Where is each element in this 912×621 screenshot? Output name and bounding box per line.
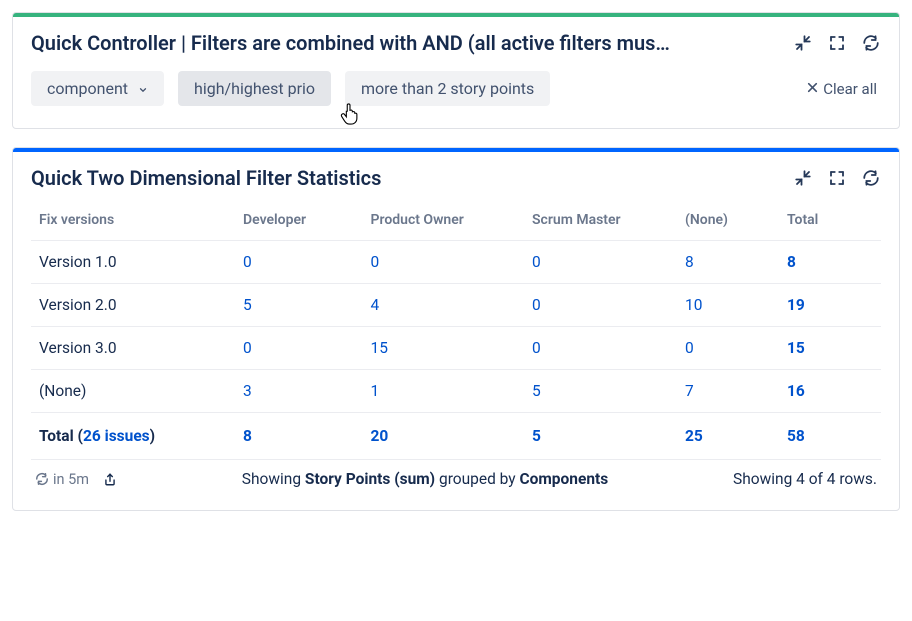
table-row: (None)315716 [31, 370, 881, 413]
totals-cell[interactable]: 5 [524, 413, 677, 460]
stats-table: Fix versions Developer Product Owner Scr… [31, 200, 881, 460]
gadget-title: Quick Two Dimensional Filter Statistics [31, 166, 381, 190]
refresh-icon[interactable] [861, 33, 881, 53]
totals-cell[interactable]: 25 [677, 413, 779, 460]
cell-value[interactable]: 0 [235, 241, 363, 284]
row-label: Version 1.0 [31, 241, 235, 284]
col-total: Total [779, 200, 881, 241]
refresh-icon[interactable] [861, 168, 881, 188]
totals-cell[interactable]: 20 [363, 413, 525, 460]
totals-label: Total (26 issues) [31, 413, 235, 460]
cell-value[interactable]: 8 [677, 241, 779, 284]
row-total[interactable]: 19 [779, 284, 881, 327]
cell-value[interactable]: 5 [235, 284, 363, 327]
grand-total[interactable]: 58 [779, 413, 881, 460]
cell-value[interactable]: 0 [235, 327, 363, 370]
filter-chip-story-points[interactable]: more than 2 story points [345, 71, 550, 106]
chip-label: component [47, 79, 128, 98]
col-developer: Developer [235, 200, 363, 241]
table-row: Version 1.000088 [31, 241, 881, 284]
footer-summary: Showing Story Points (sum) grouped by Co… [131, 470, 719, 488]
cell-value[interactable]: 4 [363, 284, 525, 327]
cell-value[interactable]: 0 [524, 241, 677, 284]
cell-value[interactable]: 10 [677, 284, 779, 327]
cell-value[interactable]: 0 [524, 327, 677, 370]
filter-chip-priority[interactable]: high/highest prio [178, 71, 331, 106]
share-icon[interactable] [103, 472, 117, 486]
row-total[interactable]: 8 [779, 241, 881, 284]
totals-row: Total (26 issues)82052558 [31, 413, 881, 460]
minimize-icon[interactable] [793, 33, 813, 53]
cell-value[interactable]: 0 [363, 241, 525, 284]
chip-label: high/highest prio [194, 79, 315, 98]
col-scrum-master: Scrum Master [524, 200, 677, 241]
col-none: (None) [677, 200, 779, 241]
issues-link[interactable]: 26 issues [83, 427, 150, 445]
cell-value[interactable]: 15 [363, 327, 525, 370]
clear-all-button[interactable]: Clear all [806, 80, 881, 98]
cell-value[interactable]: 7 [677, 370, 779, 413]
filter-chip-component[interactable]: component [31, 71, 164, 106]
chevron-down-icon [138, 84, 148, 94]
auto-refresh-indicator: in 5m [35, 471, 89, 488]
cell-value[interactable]: 1 [363, 370, 525, 413]
row-label: Version 2.0 [31, 284, 235, 327]
filter-statistics-gadget: Quick Two Dimensional Filter Statistics [12, 147, 900, 511]
cell-value[interactable]: 0 [677, 327, 779, 370]
maximize-icon[interactable] [827, 168, 847, 188]
row-label: (None) [31, 370, 235, 413]
col-product-owner: Product Owner [363, 200, 525, 241]
refresh-icon [35, 472, 49, 486]
close-icon [806, 80, 819, 98]
row-label: Version 3.0 [31, 327, 235, 370]
gadget-title: Quick Controller | Filters are combined … [31, 31, 670, 55]
col-row-header: Fix versions [31, 200, 235, 241]
cell-value[interactable]: 5 [524, 370, 677, 413]
totals-cell[interactable]: 8 [235, 413, 363, 460]
row-total[interactable]: 16 [779, 370, 881, 413]
row-total[interactable]: 15 [779, 327, 881, 370]
clear-all-label: Clear all [823, 80, 877, 98]
refresh-in-label: in 5m [53, 471, 89, 488]
table-row: Version 2.05401019 [31, 284, 881, 327]
cell-value[interactable]: 0 [524, 284, 677, 327]
minimize-icon[interactable] [793, 168, 813, 188]
maximize-icon[interactable] [827, 33, 847, 53]
footer-row-count: Showing 4 of 4 rows. [733, 470, 877, 488]
cell-value[interactable]: 3 [235, 370, 363, 413]
quick-controller-gadget: Quick Controller | Filters are combined … [12, 12, 900, 129]
table-row: Version 3.00150015 [31, 327, 881, 370]
chip-label: more than 2 story points [361, 79, 534, 98]
